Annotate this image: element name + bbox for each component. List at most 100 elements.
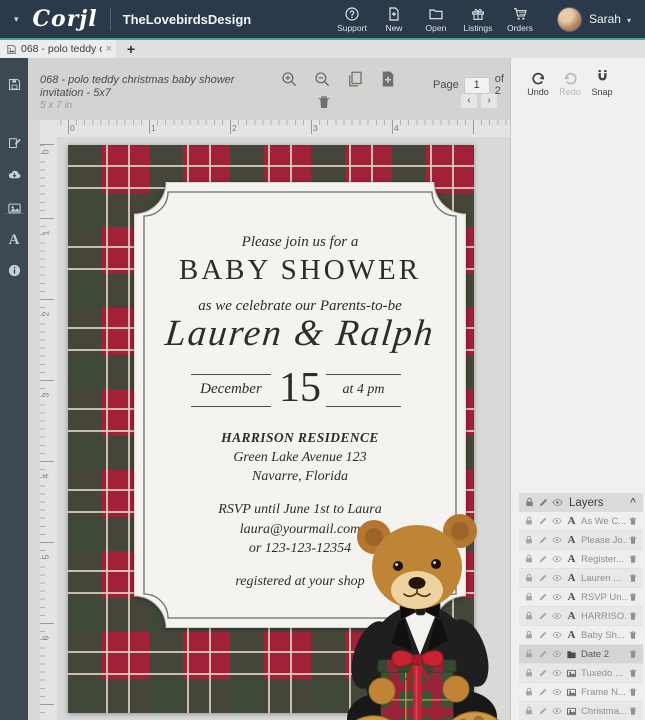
new-tab-button[interactable]: +	[122, 41, 140, 58]
pencil-icon[interactable]	[538, 649, 548, 659]
layer-row[interactable]: A Lauren ...	[519, 569, 643, 588]
layer-row[interactable]: A RSVP Un...	[519, 588, 643, 607]
user-name[interactable]: Sarah	[589, 12, 621, 26]
layer-row[interactable]: A As We C...	[519, 512, 643, 531]
user-avatar[interactable]	[557, 7, 582, 32]
layer-row[interactable]: A Register...	[519, 550, 643, 569]
open-button[interactable]: Open	[415, 6, 457, 33]
orders-button[interactable]: Orders	[499, 6, 541, 33]
pencil-icon[interactable]	[538, 554, 548, 564]
lock-icon[interactable]	[524, 706, 534, 716]
baby-shower-text-layer[interactable]: BABY SHOWER	[134, 254, 466, 287]
page-number-input[interactable]	[464, 77, 490, 94]
delete-page-button[interactable]	[316, 94, 332, 110]
eye-icon[interactable]	[552, 706, 562, 716]
eye-icon[interactable]	[552, 649, 562, 659]
layer-row[interactable]: A Please Jo...	[519, 531, 643, 550]
support-button[interactable]: Support	[331, 6, 373, 33]
add-image-button[interactable]	[0, 196, 28, 220]
month-text-layer[interactable]: December	[191, 381, 271, 398]
trash-icon[interactable]	[628, 668, 638, 678]
intro-text-layer[interactable]: Please join us for a	[134, 234, 466, 251]
corjl-logo[interactable]: Corjl	[33, 6, 98, 32]
lock-icon[interactable]	[524, 535, 534, 545]
collapse-panel-icon[interactable]: ^	[630, 497, 636, 508]
names-text-layer[interactable]: Lauren & Ralph	[132, 312, 469, 355]
christmas-plaid-background[interactable]: Please join us for a BABY SHOWER as we c…	[68, 145, 474, 713]
trash-icon[interactable]	[628, 706, 638, 716]
lock-icon[interactable]	[524, 630, 534, 640]
layer-row[interactable]: Tuxedo ...	[519, 664, 643, 683]
prev-page-button[interactable]: ‹	[461, 94, 477, 108]
pencil-icon[interactable]	[538, 573, 548, 583]
redo-button[interactable]: Redo	[553, 68, 587, 97]
lock-icon[interactable]	[524, 611, 534, 621]
pencil-icon[interactable]	[538, 516, 548, 526]
layer-row[interactable]: Frame N...	[519, 683, 643, 702]
eye-icon[interactable]	[552, 611, 562, 621]
zoom-in-button[interactable]	[280, 70, 298, 88]
layer-row[interactable]: A Baby Sh...	[519, 626, 643, 645]
active-document-tab[interactable]: 068 - polo teddy c... ×	[0, 40, 116, 58]
trash-icon[interactable]	[628, 611, 638, 621]
trash-icon[interactable]	[628, 592, 638, 602]
tuxedo-bear-image[interactable]	[338, 503, 514, 720]
snap-button[interactable]: Snap	[585, 68, 619, 97]
lock-icon[interactable]	[524, 649, 534, 659]
layer-row-selected[interactable]: Date 2	[519, 645, 643, 664]
trash-icon[interactable]	[628, 649, 638, 659]
duplicate-page-button[interactable]	[346, 70, 364, 88]
save-button[interactable]	[0, 72, 28, 96]
trash-icon[interactable]	[628, 573, 638, 583]
pencil-icon[interactable]	[538, 630, 548, 640]
layers-panel-header[interactable]: Layers ^	[519, 493, 643, 512]
user-menu-caret-icon[interactable]: ▾	[627, 16, 631, 25]
lock-icon[interactable]	[524, 668, 534, 678]
trash-icon[interactable]	[628, 630, 638, 640]
trash-icon[interactable]	[628, 516, 638, 526]
time-text-layer[interactable]: at 4 pm	[326, 382, 401, 398]
undo-button[interactable]: Undo	[521, 68, 555, 97]
eye-icon[interactable]	[552, 516, 562, 526]
eye-icon[interactable]	[552, 554, 562, 564]
lock-icon[interactable]	[524, 687, 534, 697]
new-button[interactable]: New	[373, 6, 415, 33]
download-button[interactable]	[0, 162, 28, 186]
layer-row[interactable]: Christma...	[519, 702, 643, 720]
lock-icon[interactable]	[524, 592, 534, 602]
pencil-icon[interactable]	[538, 668, 548, 678]
layer-row[interactable]: A HARRISO...	[519, 607, 643, 626]
eye-icon[interactable]	[552, 573, 562, 583]
header-menu-caret-icon[interactable]: ▾	[14, 14, 19, 25]
eye-icon[interactable]	[552, 592, 562, 602]
venue-text-layer[interactable]: HARRISON RESIDENCE	[134, 430, 466, 446]
listings-button[interactable]: Listings	[457, 6, 499, 33]
pencil-icon[interactable]	[538, 535, 548, 545]
lock-icon[interactable]	[524, 516, 534, 526]
add-text-button[interactable]: A	[0, 228, 28, 252]
trash-icon[interactable]	[628, 535, 638, 545]
eye-icon[interactable]	[552, 687, 562, 697]
address-line2-text-layer[interactable]: Navarre, Florida	[134, 469, 466, 485]
add-page-button[interactable]	[379, 70, 397, 88]
address-line1-text-layer[interactable]: Green Lake Avenue 123	[134, 450, 466, 466]
trash-icon[interactable]	[628, 687, 638, 697]
lock-all-icon[interactable]	[524, 497, 535, 508]
save-as-button[interactable]	[0, 130, 28, 154]
day-text-layer[interactable]: 15	[270, 364, 330, 412]
eye-icon[interactable]	[552, 535, 562, 545]
trash-icon[interactable]	[628, 554, 638, 564]
lock-icon[interactable]	[524, 573, 534, 583]
pencil-icon[interactable]	[538, 687, 548, 697]
pencil-icon[interactable]	[538, 706, 548, 716]
lock-icon[interactable]	[524, 554, 534, 564]
edit-all-icon[interactable]	[538, 497, 549, 508]
next-page-button[interactable]: ›	[481, 94, 497, 108]
eye-icon[interactable]	[552, 630, 562, 640]
eye-icon[interactable]	[552, 668, 562, 678]
info-button[interactable]	[0, 258, 28, 282]
pencil-icon[interactable]	[538, 611, 548, 621]
zoom-out-button[interactable]	[313, 70, 331, 88]
visibility-all-icon[interactable]	[552, 497, 563, 508]
pencil-icon[interactable]	[538, 592, 548, 602]
